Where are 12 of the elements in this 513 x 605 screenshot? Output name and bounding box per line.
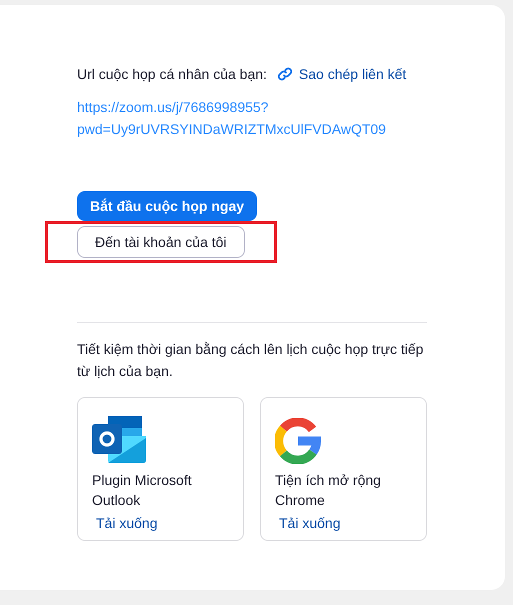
link-icon	[276, 66, 293, 82]
meeting-url-label: Url cuộc họp cá nhân của bạn:	[77, 66, 267, 82]
google-icon	[275, 418, 321, 464]
outlook-icon	[92, 416, 146, 464]
integration-name: Tiện ích mở rộng Chrome	[275, 471, 382, 510]
copy-link[interactable]: Sao chép liên kết	[276, 66, 406, 82]
start-meeting-button[interactable]: Bắt đầu cuộc họp ngay	[77, 191, 258, 221]
calendar-hint: Tiết kiệm thời gian bằng cách lên lịch cuộc họp trực tiếp từ lịch của bạn.	[77, 340, 424, 381]
download-link[interactable]: Tải xuống	[279, 515, 340, 531]
integration-name: Plugin Microsoft Outlook	[92, 471, 193, 510]
download-link[interactable]: Tải xuống	[96, 515, 158, 531]
account-button[interactable]: Đến tài khoản của tôi	[77, 226, 245, 258]
